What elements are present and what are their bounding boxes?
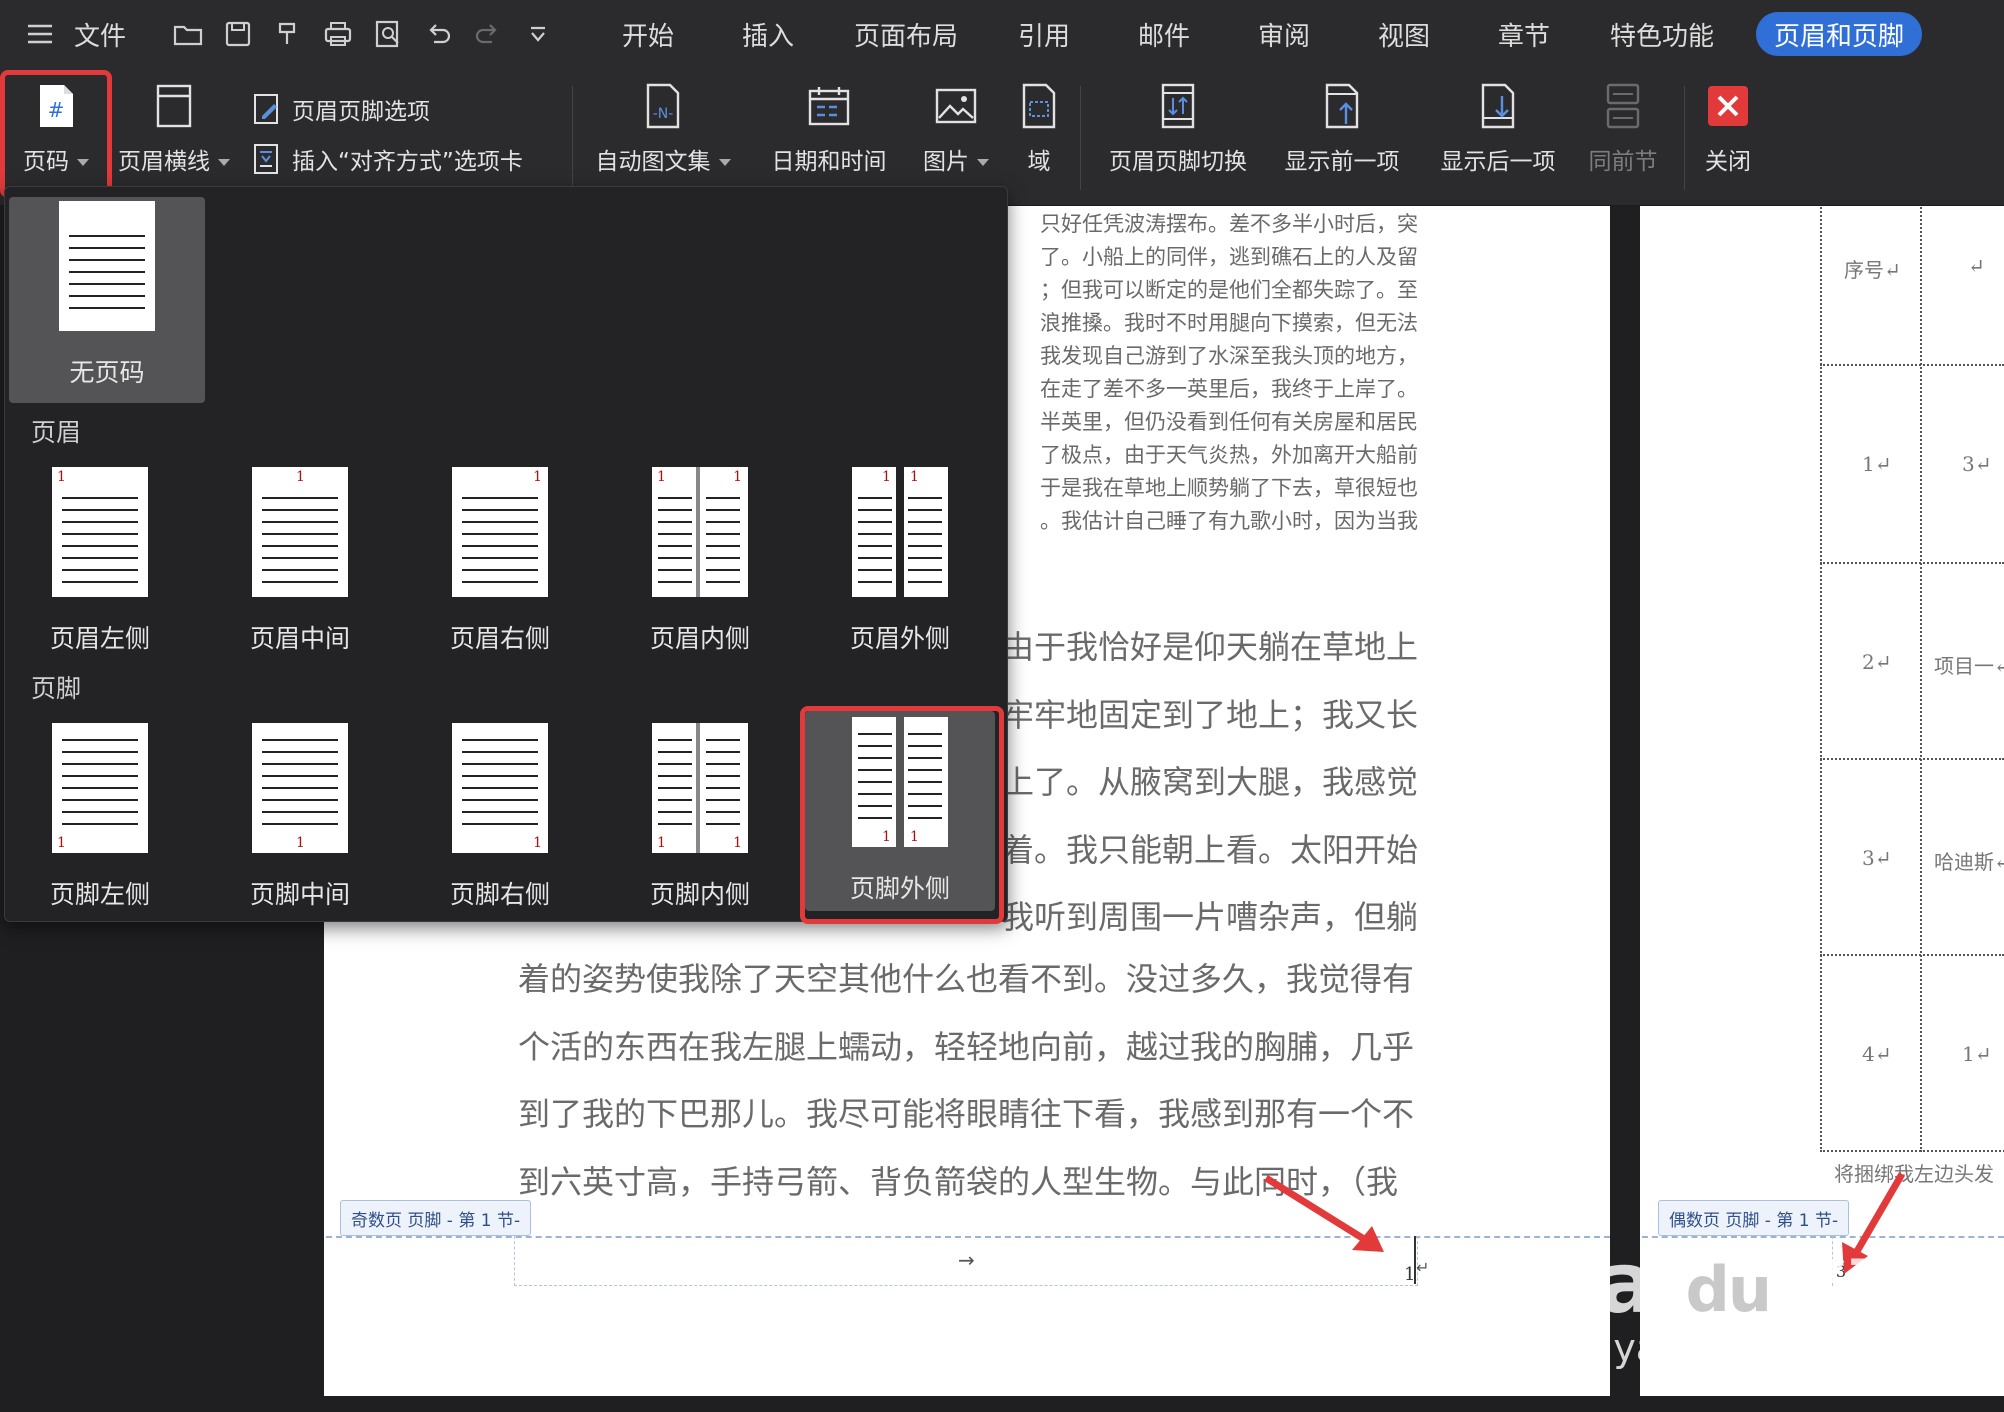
watermark-logo: Baidu 经验 (1536, 1234, 1914, 1332)
redo-icon[interactable] (468, 14, 508, 54)
tab-page-layout[interactable]: 页面布局 (846, 12, 966, 56)
header-line-icon (152, 80, 196, 132)
tab-mailings[interactable]: 邮件 (1122, 12, 1206, 56)
table-cell: 4↵ (1862, 1042, 1892, 1066)
hamburger-menu-icon[interactable] (18, 14, 62, 54)
body-text-small: 只好任凭波涛摆布。差不多半小时后，突 了。小船上的同伴，逃到礁石上的人及留 ；但… (1040, 212, 1418, 533)
table-cell: 2↵ (1862, 650, 1892, 674)
table-cell: 3↵ (1962, 452, 1992, 476)
auto-text-icon: -N- (641, 80, 685, 132)
watermark-url: jingyan.baidu.com (1544, 1326, 1895, 1370)
save-icon[interactable] (218, 14, 258, 54)
tab-special-features[interactable]: 特色功能 (1602, 12, 1722, 56)
close-button[interactable]: 关闭 (1700, 80, 1756, 176)
hf-options-icon (254, 94, 278, 124)
table-cell: 3↵ (1862, 846, 1892, 870)
odd-footer-tag: 奇数页 页脚 - 第 1 节- (340, 1200, 532, 1236)
tab-view[interactable]: 视图 (1362, 12, 1446, 56)
tab-start[interactable]: 开始 (606, 12, 690, 56)
red-arrow-icon (1264, 1175, 1384, 1252)
show-previous-icon (1320, 80, 1364, 132)
insert-align-tab-button[interactable]: 插入“对齐方式”选项卡 (252, 142, 523, 176)
ribbon-header-footer: # 页码 页眉横线 页眉页脚选项 插入“对齐方式”选项卡 -N- 自动图文集 日… (0, 66, 2004, 206)
header-section-title: 页眉 (31, 418, 82, 447)
same-as-previous-icon (1601, 80, 1645, 132)
title-bar: 文件 开始 插入 页面布局 引用 邮件 审阅 视图 章节 特色功能 页眉和页脚 (0, 0, 2004, 66)
table-cell: 项目一↵ (1934, 654, 2004, 678)
calendar-icon (807, 80, 851, 132)
return-mark: ↵ (1416, 1258, 1430, 1277)
print-icon[interactable] (318, 14, 358, 54)
picture-icon (934, 80, 978, 132)
show-next-icon (1476, 80, 1520, 132)
show-previous-button[interactable]: 显示前一项 (1276, 80, 1408, 176)
open-folder-icon[interactable] (168, 14, 208, 54)
option-header-inside[interactable]: 11 页眉内侧 (611, 455, 789, 669)
text-cursor (1414, 1236, 1416, 1284)
tab-references[interactable]: 引用 (1002, 12, 1086, 56)
table-cell: ↵ (1968, 254, 1985, 278)
option-header-left[interactable]: 1 页眉左侧 (11, 455, 189, 669)
field-icon (1017, 80, 1061, 132)
table-cell: 哈迪斯↵ (1934, 850, 2004, 874)
tab-insert[interactable]: 插入 (726, 12, 810, 56)
auto-text-button[interactable]: -N- 自动图文集 (588, 80, 738, 176)
hf-switch-button[interactable]: 页眉页脚切换 (1100, 80, 1256, 176)
align-tab-icon (254, 144, 278, 174)
highlight-box (0, 70, 112, 198)
option-header-right[interactable]: 1 页眉右侧 (411, 455, 589, 669)
option-footer-inside[interactable]: 11 页脚内侧 (611, 711, 789, 925)
table-cell: 1↵ (1862, 452, 1892, 476)
option-no-page-number[interactable]: 无页码 (9, 197, 205, 403)
print-preview-icon[interactable] (368, 14, 408, 54)
hf-switch-icon (1156, 80, 1200, 132)
same-as-previous-button[interactable]: 同前节 (1586, 80, 1660, 176)
field-button[interactable]: 域 (1014, 80, 1064, 176)
thumb-no-number (59, 201, 155, 331)
highlight-box (800, 706, 1004, 924)
close-icon (1706, 80, 1750, 132)
body-text-large-partial: 由于我恰好是仰天躺在草地上 牢牢地固定到了地上；我又长 上了。从腋窝到大腿，我感… (1001, 628, 1418, 936)
tab-header-footer[interactable]: 页眉和页脚 (1756, 12, 1923, 56)
option-footer-right[interactable]: 1 页脚右侧 (411, 711, 589, 925)
table-cell: 序号↵ (1844, 258, 1901, 282)
undo-icon[interactable] (418, 14, 458, 54)
tab-arrow-mark: → (958, 1248, 975, 1272)
date-time-button[interactable]: 日期和时间 (764, 80, 894, 176)
format-painter-icon[interactable] (268, 14, 308, 54)
even-footer-tag: 偶数页 页脚 - 第 1 节- (1658, 1200, 1850, 1236)
tab-section[interactable]: 章节 (1482, 12, 1566, 56)
picture-button[interactable]: 图片 (916, 80, 996, 176)
table-cell: 1↵ (1962, 1042, 1992, 1066)
file-menu[interactable]: 文件 (70, 12, 130, 56)
footer-section-title: 页脚 (31, 674, 82, 703)
option-header-center[interactable]: 1 页眉中间 (211, 455, 389, 669)
tab-review[interactable]: 审阅 (1242, 12, 1326, 56)
option-header-outside[interactable]: 11 页眉外侧 (811, 455, 989, 669)
option-footer-left[interactable]: 1 页脚左侧 (11, 711, 189, 925)
show-next-button[interactable]: 显示后一项 (1432, 80, 1564, 176)
svg-text:-N-: -N- (653, 106, 674, 122)
customize-quick-access-icon[interactable] (518, 14, 558, 54)
header-line-button[interactable]: 页眉横线 (114, 80, 234, 176)
hf-options-button[interactable]: 页眉页脚选项 (252, 92, 430, 126)
option-footer-center[interactable]: 1 页脚中间 (211, 711, 389, 925)
